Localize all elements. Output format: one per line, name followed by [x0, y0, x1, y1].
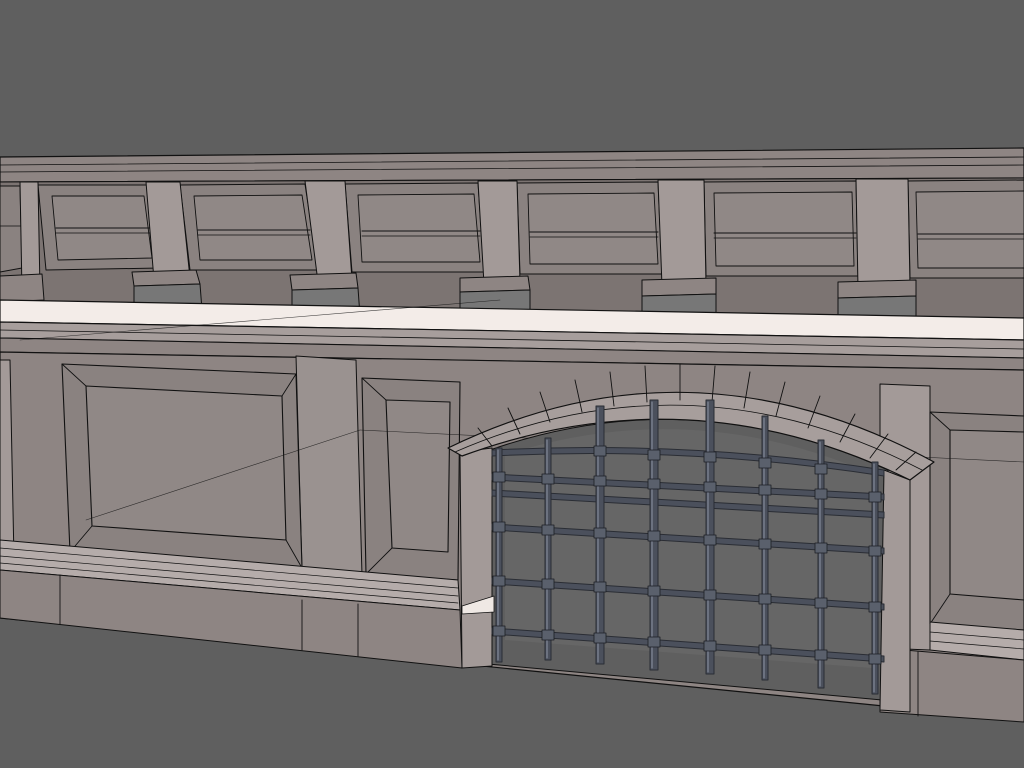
pilaster	[295, 355, 363, 576]
3d-viewport[interactable]	[0, 0, 1024, 768]
balustrade-panel	[907, 179, 1024, 279]
balustrade-top-rail	[0, 147, 1024, 183]
rendered-wall-scene	[0, 147, 1024, 723]
jamb-right	[879, 469, 911, 713]
balustrade-panel	[0, 185, 23, 273]
balustrade-panel	[179, 183, 319, 271]
balustrade-panel	[516, 181, 663, 275]
top-rail-face	[0, 147, 1024, 183]
wall-panel	[929, 411, 1024, 631]
balustrade-panel	[703, 180, 859, 277]
balustrade-panel	[37, 184, 161, 271]
wall-panel	[361, 377, 461, 581]
wall-panel	[61, 363, 303, 569]
gate-opening	[459, 418, 911, 713]
jamb-left	[459, 447, 493, 669]
balustrade-panel	[344, 182, 485, 273]
